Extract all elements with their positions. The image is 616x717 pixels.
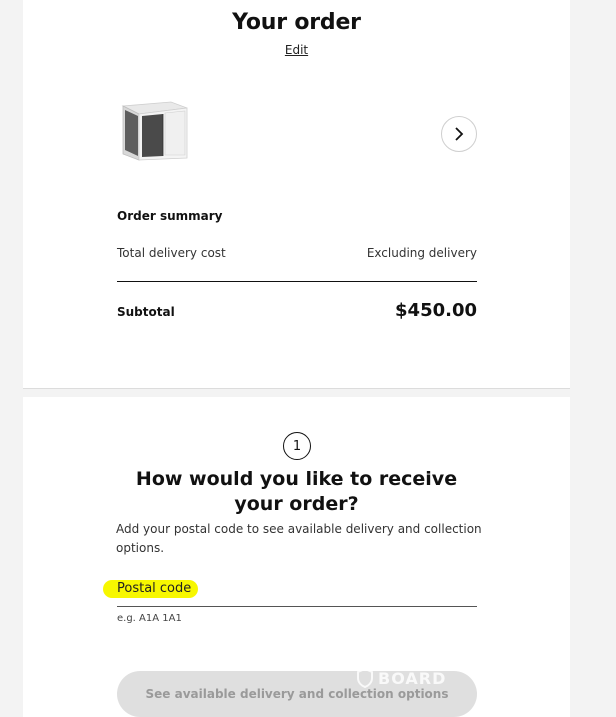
order-summary-heading: Order summary: [117, 209, 223, 223]
delivery-card: 1 How would you like to receive your ord…: [23, 397, 570, 717]
step-number-badge: 1: [283, 432, 311, 460]
watermark-text: BOARD: [378, 668, 447, 688]
edit-link[interactable]: Edit: [23, 43, 570, 57]
order-card: Your order Edit Order summary Total deli…: [23, 0, 570, 389]
chevron-right-icon: [455, 127, 464, 141]
subtotal-row: Subtotal $450.00: [117, 300, 477, 321]
shield-icon: [357, 668, 373, 688]
delivery-cost-value: Excluding delivery: [366, 246, 477, 260]
subtotal-value: $450.00: [395, 300, 477, 321]
next-product-button[interactable]: [441, 116, 477, 152]
delivery-question-heading: How would you like to receive your order…: [135, 468, 458, 515]
delivery-description: Add your postal code to see available de…: [116, 522, 482, 555]
page-title: Your order: [232, 10, 361, 35]
kitchen-cabinet-image[interactable]: [119, 98, 191, 164]
postal-code-input[interactable]: [117, 578, 481, 606]
delivery-cost-row: Total delivery cost Excluding delivery: [117, 246, 477, 260]
postal-code-underline: [117, 606, 477, 607]
summary-divider: [117, 281, 477, 282]
delivery-cost-label: Total delivery cost: [117, 246, 226, 260]
postal-code-hint: e.g. A1A 1A1: [117, 613, 182, 624]
subtotal-label: Subtotal: [117, 305, 175, 319]
watermark: BOARD: [356, 668, 446, 688]
